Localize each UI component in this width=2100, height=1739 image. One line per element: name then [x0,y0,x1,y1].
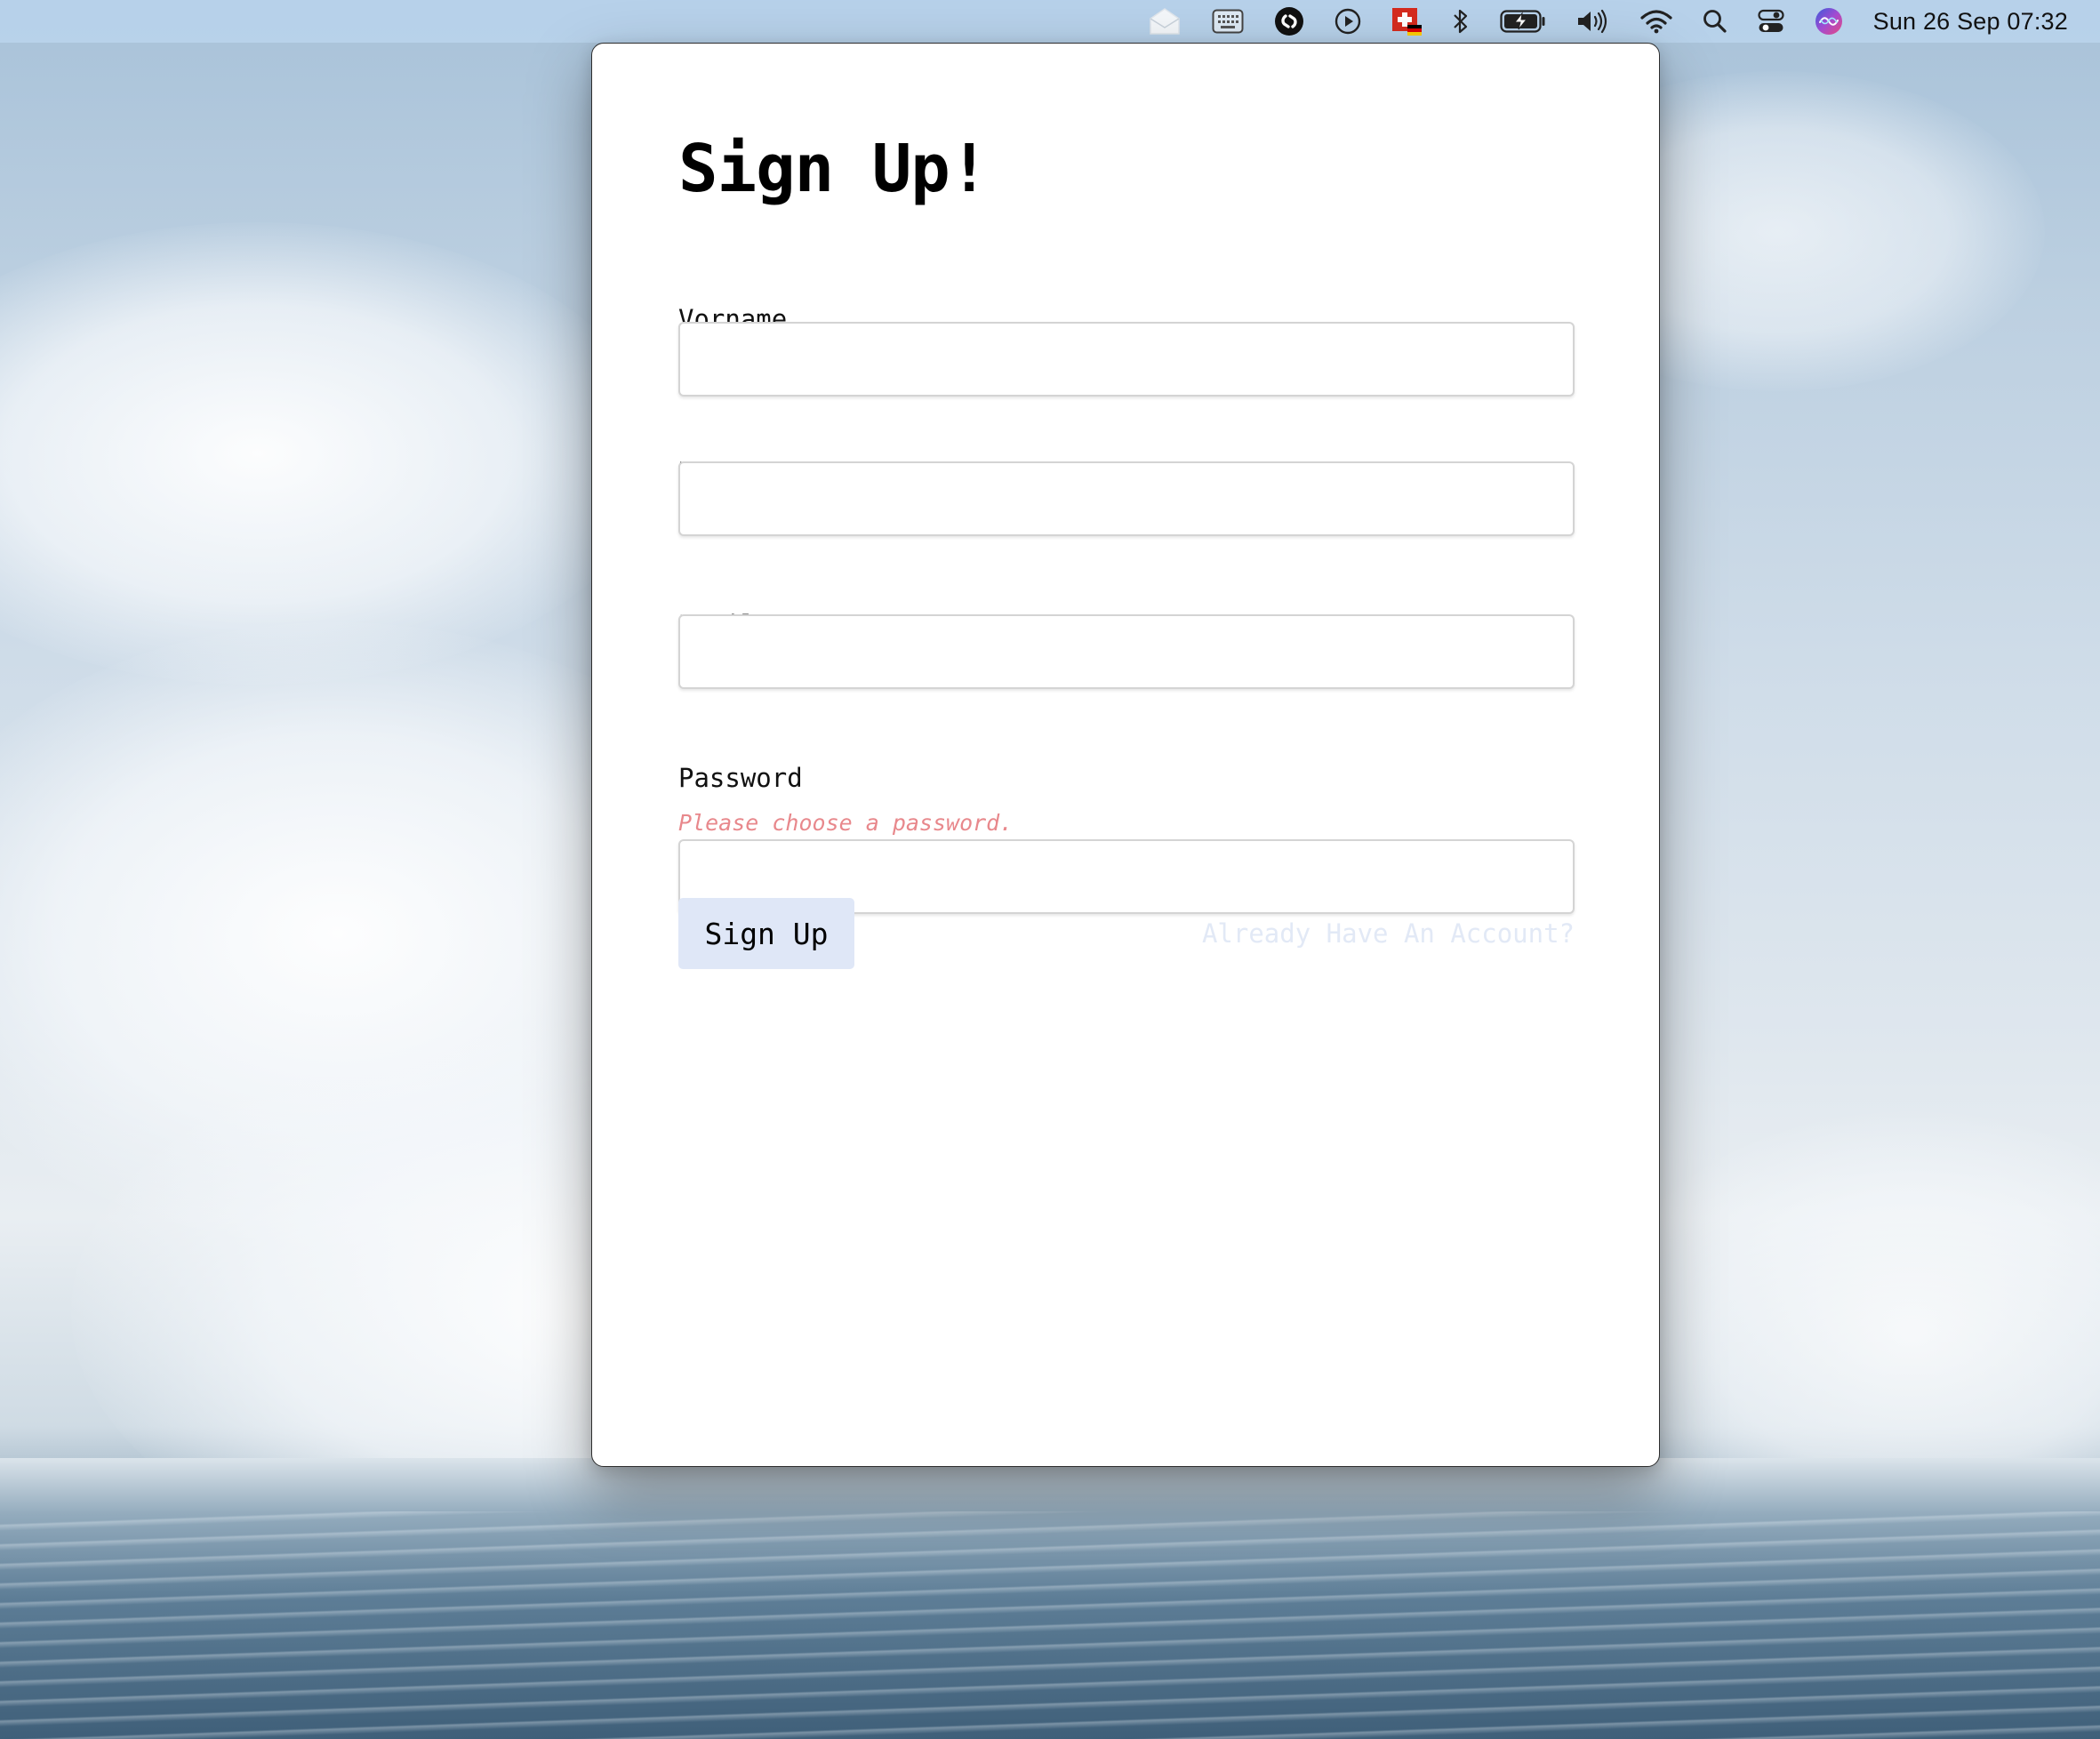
wifi-icon[interactable] [1640,0,1672,43]
password-label: Password [678,763,803,793]
password-error-message: Please choose a password. [678,810,1014,836]
name-field[interactable] [678,461,1575,536]
sign-up-button[interactable]: Sign Up [678,898,854,969]
email-field[interactable] [678,614,1575,689]
menu-bar-clock[interactable]: Sun 26 Sep 07:32 [1873,8,2068,36]
volume-icon[interactable] [1576,0,1610,43]
swiss-flag-icon[interactable] [1391,0,1422,43]
keyboard-icon[interactable] [1212,0,1244,43]
vorname-field[interactable] [678,322,1575,397]
play-icon[interactable] [1335,0,1361,43]
bluetooth-icon[interactable] [1452,0,1470,43]
signup-window: Sign Up! Vorname Name Email Password Ple… [591,43,1660,1467]
control-center-icon[interactable] [1758,0,1784,43]
shazam-icon[interactable] [1274,0,1304,43]
menu-bar: Sun 26 Sep 07:32 [0,0,2100,43]
search-icon[interactable] [1703,0,1727,43]
battery-icon[interactable] [1500,0,1546,43]
page-title: Sign Up! [678,131,989,207]
already-have-account-link[interactable]: Already Have An Account? [1202,918,1575,950]
siri-icon[interactable] [1815,0,1843,43]
mail-icon[interactable] [1148,0,1182,43]
